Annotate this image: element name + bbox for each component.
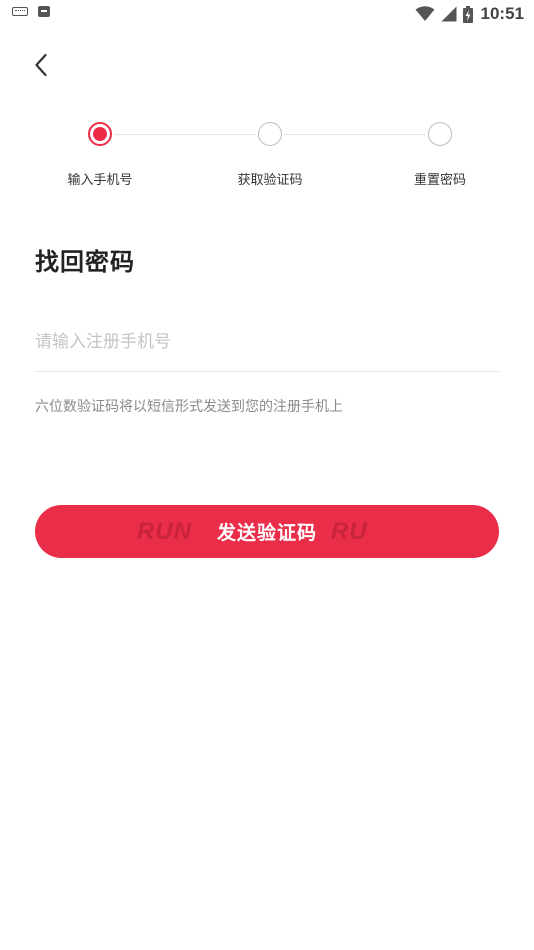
status-left-icons <box>12 6 50 17</box>
step-connector <box>114 134 256 135</box>
step-label-enter-phone: 输入手机号 <box>67 173 133 188</box>
status-time: 10:51 <box>480 4 524 23</box>
step-indicator: 输入手机号 获取验证码 重置密码 <box>0 120 534 200</box>
signal-icon <box>441 6 457 22</box>
sim-card-icon <box>38 6 50 17</box>
step-dot-get-code <box>258 122 282 146</box>
button-watermark: RUN <box>137 518 192 545</box>
step-dot-enter-phone <box>88 122 112 146</box>
send-code-button[interactable]: RUN RU 发送验证码 <box>35 505 499 558</box>
input-underline <box>35 371 499 372</box>
keyboard-icon <box>12 7 28 16</box>
step-label-get-code: 获取验证码 <box>237 173 303 188</box>
button-watermark: RU <box>331 518 368 545</box>
chevron-left-icon <box>34 53 48 81</box>
sms-hint-text: 六位数验证码将以短信形式发送到您的注册手机上 <box>35 399 343 415</box>
status-right-icons: 10:51 <box>415 3 524 25</box>
send-code-label: 发送验证码 <box>216 522 317 544</box>
battery-charging-icon <box>462 5 473 23</box>
step-connector <box>284 134 426 135</box>
status-bar: 10:51 <box>0 0 534 28</box>
phone-input[interactable] <box>35 322 499 362</box>
wifi-icon <box>415 6 435 22</box>
back-button[interactable] <box>26 52 56 82</box>
step-dot-reset-password <box>428 122 452 146</box>
page-title: 找回密码 <box>35 248 135 276</box>
step-label-reset-password: 重置密码 <box>413 173 466 188</box>
